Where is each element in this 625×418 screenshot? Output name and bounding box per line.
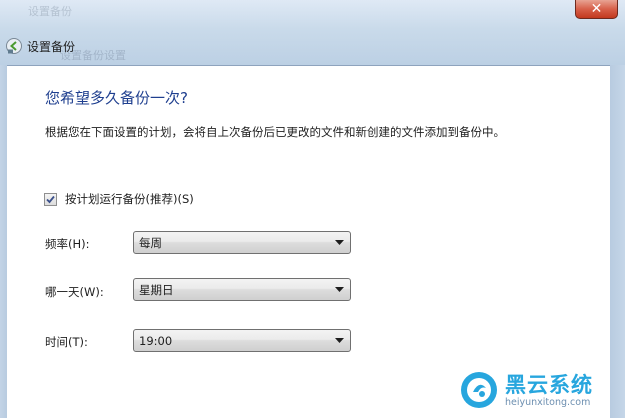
close-icon: ✕: [590, 1, 603, 17]
watermark-url: heiyunxitong.com: [505, 396, 591, 408]
window-frame-right: [610, 65, 625, 418]
page-description: 根据您在下面设置的计划，会将自上次备份后已更改的文件和新创建的文件添加到备份中。: [45, 125, 505, 139]
navigation-bar: 设置备份: [5, 37, 75, 55]
window-frame-top: 设置备份 设置备份设置 ✕ 设置备份: [0, 0, 625, 65]
time-dropdown[interactable]: 19:00: [133, 329, 351, 352]
schedule-checkbox-row[interactable]: 按计划运行备份(推荐)(S): [44, 191, 194, 207]
window-title-ghost: 设置备份: [28, 5, 72, 18]
back-arrow-icon[interactable]: [5, 37, 23, 55]
time-label: 时间(T):: [45, 335, 88, 349]
schedule-checkbox-label: 按计划运行备份(推荐)(S): [65, 192, 194, 206]
time-value: 19:00: [139, 333, 173, 348]
content-panel: 您希望多久备份一次? 根据您在下面设置的计划，会将自上次备份后已更改的文件和新创…: [7, 65, 610, 418]
close-button[interactable]: ✕: [575, 0, 618, 19]
day-label: 哪一天(W):: [45, 285, 104, 299]
chevron-down-icon: [335, 240, 344, 245]
chevron-down-icon: [335, 287, 344, 292]
watermark-logo-icon: [461, 372, 497, 408]
frequency-label: 频率(H):: [45, 237, 90, 251]
day-value: 星期日: [139, 282, 174, 297]
frequency-value: 每周: [139, 235, 162, 250]
page-heading: 您希望多久备份一次?: [45, 89, 188, 107]
window-frame-left: [0, 65, 7, 418]
nav-title: 设置备份: [27, 39, 76, 54]
checkmark-icon: [46, 195, 55, 203]
day-dropdown[interactable]: 星期日: [133, 278, 351, 301]
frequency-dropdown[interactable]: 每周: [133, 231, 351, 254]
schedule-checkbox[interactable]: [44, 192, 57, 206]
watermark-brand: 黑云系统: [505, 372, 593, 397]
chevron-down-icon: [335, 338, 344, 343]
watermark: 黑云系统 heiyunxitong.com: [459, 370, 593, 410]
